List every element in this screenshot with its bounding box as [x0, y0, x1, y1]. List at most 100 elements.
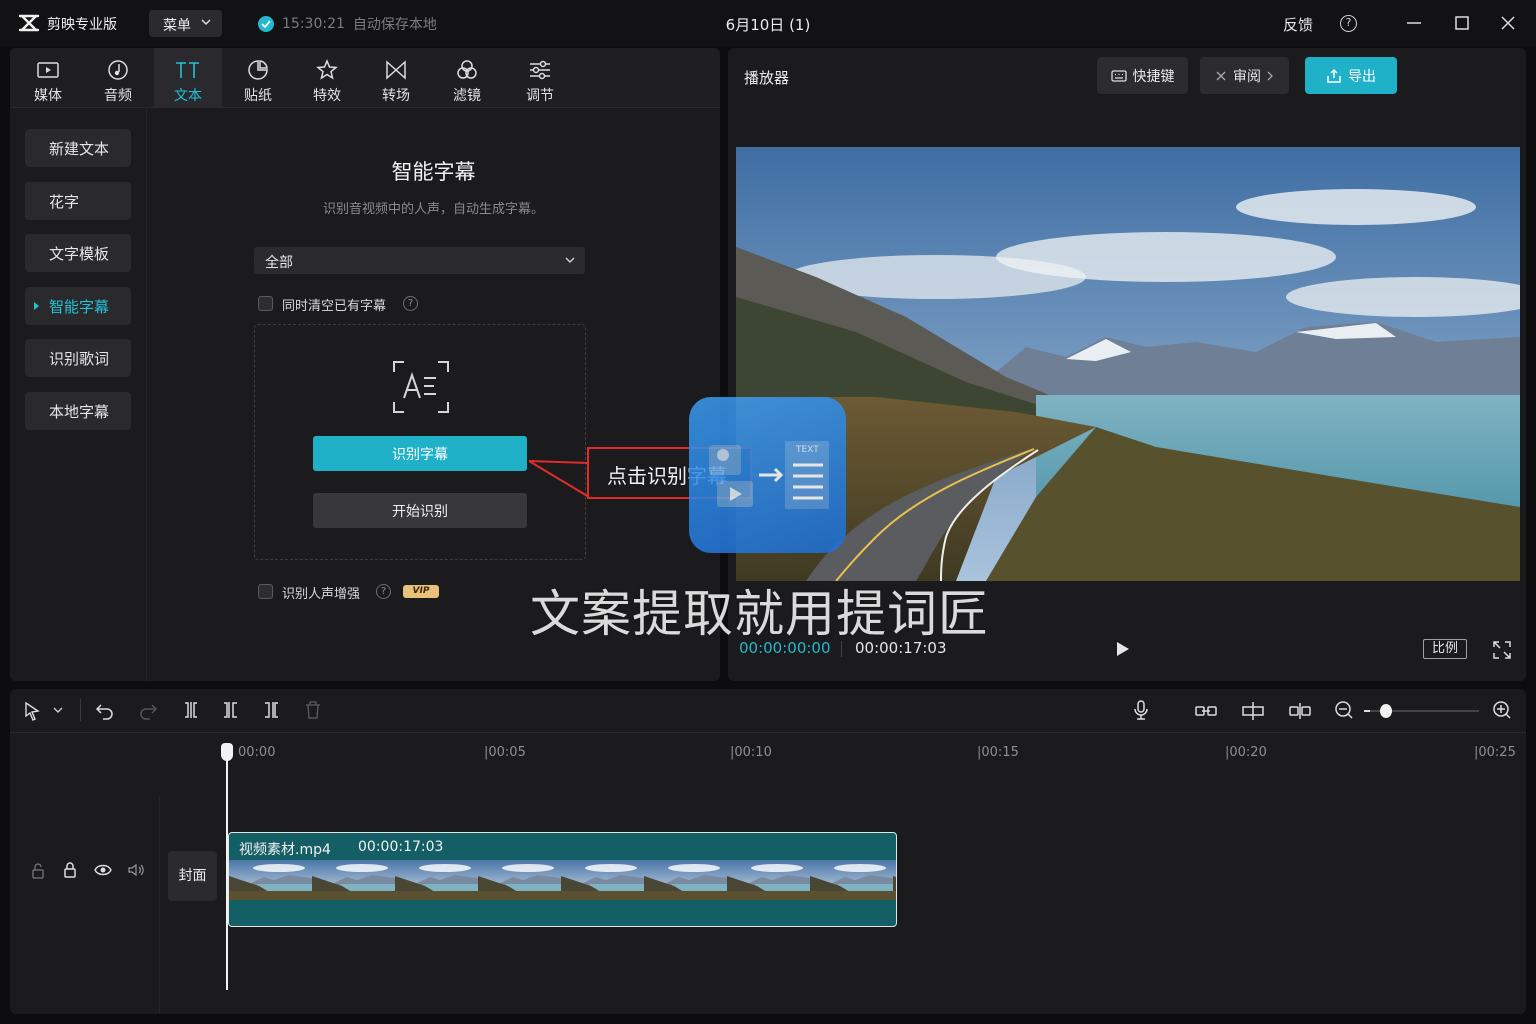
sidebar-item-fancy-text[interactable]: 花字 [25, 182, 131, 220]
delete-icon[interactable] [303, 700, 323, 720]
clip-duration: 00:00:17:03 [358, 839, 444, 855]
close-icon[interactable] [1497, 12, 1519, 34]
video-clip[interactable]: 视频素材.mp4 00:00:17:03 [228, 832, 897, 927]
sticker-icon [224, 56, 292, 84]
eye-icon[interactable] [94, 863, 112, 877]
zoom-slider-fill [1364, 710, 1370, 712]
lock-open-icon[interactable] [30, 863, 46, 879]
lock-icon[interactable] [62, 862, 78, 878]
clear-existing-label: 同时清空已有字幕 [282, 299, 387, 314]
panel-subtitle: 识别音视频中的人声，自动生成字幕。 [322, 202, 544, 217]
keyboard-icon [1110, 69, 1127, 83]
track-controls [10, 797, 160, 1014]
ruler-label: |00:10 [730, 745, 772, 760]
voice-enhance-checkbox[interactable] [258, 584, 273, 599]
minimize-icon[interactable] [1403, 12, 1425, 34]
recognize-subtitle-button[interactable]: 识别字幕 [313, 436, 527, 471]
sidebar-item-recognize-lyrics[interactable]: 识别歌词 [25, 339, 131, 377]
panel-title: 智能字幕 [391, 160, 476, 184]
clip-thumbnails [229, 860, 896, 900]
microphone-icon[interactable] [1131, 699, 1151, 721]
caret-right-icon [34, 302, 39, 310]
zoom-in-icon[interactable] [1492, 700, 1512, 720]
sidebar-item-new-text[interactable]: 新建文本 [25, 129, 131, 167]
language-select[interactable]: 全部 [254, 247, 585, 274]
shortcut-button[interactable]: 快捷键 [1097, 57, 1188, 94]
ruler-label: |00:15 [977, 745, 1019, 760]
tab-filter[interactable]: 滤镜 [433, 48, 501, 108]
language-selected: 全部 [265, 255, 293, 271]
help-circle-icon[interactable]: ? [403, 296, 418, 311]
clip-name: 视频素材.mp4 [239, 842, 331, 858]
trim-left-icon[interactable] [221, 700, 241, 720]
timeline-toolbar [10, 689, 1526, 733]
tab-effects[interactable]: 特效 [293, 48, 361, 108]
tab-label: 调节 [526, 88, 554, 104]
trim-right-icon[interactable] [261, 700, 281, 720]
preview-axis-icon[interactable] [1288, 701, 1312, 721]
ruler-label: |00:25 [1474, 745, 1516, 760]
text-sidebar: 新建文本 花字 文字模板 智能字幕 识别歌词 本地字幕 [10, 110, 147, 681]
category-tabs: 媒体 音频 文本 贴纸 特效 转场 滤镜 调节 [10, 48, 720, 108]
toolbar-divider [80, 699, 81, 721]
video-preview[interactable] [736, 147, 1520, 581]
split-icon[interactable] [181, 700, 201, 720]
tab-transition[interactable]: 转场 [362, 48, 430, 108]
sidebar-item-label: 智能字幕 [49, 298, 110, 316]
watermark-text: 文案提取就用提词匠 [530, 585, 989, 643]
fullscreen-icon[interactable] [1492, 640, 1512, 660]
tab-label: 滤镜 [453, 88, 481, 104]
tab-label: 文本 [174, 88, 202, 104]
undo-icon[interactable] [95, 700, 115, 720]
review-button[interactable]: 审阅 [1200, 57, 1289, 94]
redo-icon[interactable] [138, 700, 158, 720]
watermark-app-icon: TEXT [689, 397, 846, 553]
filter-icon [433, 56, 501, 84]
link-clips-icon[interactable] [1194, 701, 1218, 721]
playhead-handle[interactable] [221, 743, 233, 761]
review-label: 审阅 [1233, 68, 1261, 85]
share-icon [1326, 68, 1342, 84]
cover-button[interactable]: 封面 [168, 851, 217, 901]
auto-caption-icon [392, 360, 450, 414]
sidebar-item-text-template[interactable]: 文字模板 [25, 234, 131, 272]
start-recognize-button[interactable]: 开始识别 [313, 493, 527, 528]
help-circle-icon[interactable]: ? [376, 584, 391, 599]
ruler-label: |00:05 [484, 745, 526, 760]
title-bar: 剪映专业版 菜单 15:30:21 自动保存本地 6月10日 (1) 反馈 ? [0, 0, 1536, 46]
select-cursor-icon[interactable] [23, 701, 43, 721]
tab-media[interactable]: 媒体 [14, 48, 82, 108]
effects-icon [293, 56, 361, 84]
clear-existing-checkbox[interactable] [258, 296, 273, 311]
player-title: 播放器 [744, 69, 790, 87]
snap-icon[interactable] [1241, 701, 1265, 721]
play-icon[interactable] [1115, 640, 1131, 658]
volume-icon[interactable] [127, 863, 145, 877]
help-icon[interactable]: ? [1340, 15, 1357, 32]
text-icon [154, 56, 222, 84]
sidebar-item-local-subtitle[interactable]: 本地字幕 [25, 392, 131, 430]
media-icon [14, 56, 82, 84]
voice-enhance-label: 识别人声增强 [282, 587, 361, 602]
zoom-out-icon[interactable] [1334, 700, 1354, 720]
chevron-down-icon[interactable] [53, 707, 63, 714]
playhead-line[interactable] [226, 745, 228, 990]
zoom-slider-handle[interactable] [1379, 704, 1392, 718]
sidebar-item-smart-subtitle[interactable]: 智能字幕 [25, 287, 131, 325]
export-button[interactable]: 导出 [1305, 57, 1397, 94]
chevron-right-icon [1267, 71, 1274, 81]
tab-adjust[interactable]: 调节 [506, 48, 574, 108]
vip-badge: VIP [403, 585, 439, 598]
feedback-button[interactable]: 反馈 [1283, 14, 1313, 35]
adjust-icon [506, 56, 574, 84]
tab-text[interactable]: 文本 [154, 48, 222, 108]
timeline-panel: 00:00 |00:05 |00:10 |00:15 |00:20 |00:25… [10, 689, 1526, 1014]
tab-label: 特效 [313, 88, 341, 104]
ruler-label: |00:20 [1225, 745, 1267, 760]
chevron-down-icon [565, 257, 575, 264]
export-label: 导出 [1348, 68, 1376, 85]
tab-sticker[interactable]: 贴纸 [224, 48, 292, 108]
aspect-ratio-button[interactable]: 比例 [1423, 639, 1467, 659]
tab-audio[interactable]: 音频 [84, 48, 152, 108]
maximize-icon[interactable] [1451, 12, 1473, 34]
